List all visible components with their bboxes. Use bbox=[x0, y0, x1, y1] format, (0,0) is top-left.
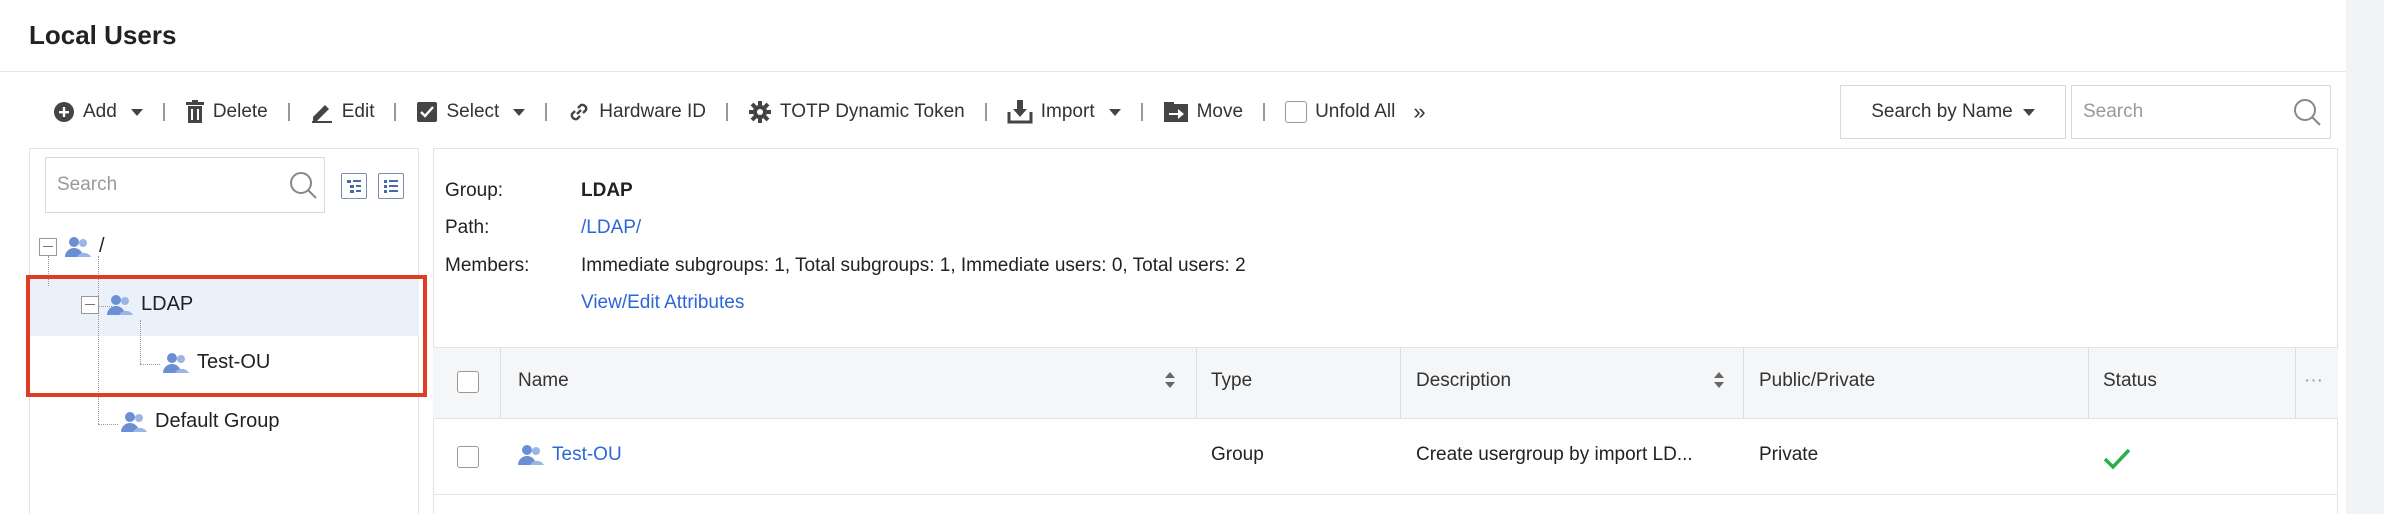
more-actions-button[interactable]: » bbox=[1413, 99, 1425, 125]
trash-icon bbox=[185, 100, 205, 124]
group-detail-panel bbox=[433, 148, 2338, 514]
column-divider bbox=[500, 347, 501, 419]
view-edit-attributes-link[interactable]: View/Edit Attributes bbox=[581, 292, 744, 314]
chevron-down-icon bbox=[1108, 108, 1121, 116]
tree-node-default-group[interactable]: Default Group bbox=[121, 410, 280, 433]
import-label: Import bbox=[1040, 101, 1095, 122]
toolbar-separator bbox=[1140, 103, 1143, 121]
row-name-link[interactable]: Test-OU bbox=[552, 444, 622, 466]
table-row-name[interactable]: Test-OU bbox=[518, 444, 622, 466]
status-check-icon bbox=[2102, 446, 2132, 478]
search-icon bbox=[2292, 97, 2322, 127]
members-label: Members: bbox=[445, 255, 530, 276]
user-group-icon bbox=[121, 411, 147, 433]
column-header-description[interactable]: Description bbox=[1416, 370, 1511, 392]
sort-icon[interactable] bbox=[1165, 372, 1175, 390]
local-users-panel: Local Users Add Delete Edit Select Hardw… bbox=[0, 0, 2346, 514]
select-label: Select bbox=[446, 101, 500, 122]
tree-node-root[interactable]: / bbox=[39, 235, 105, 258]
table-header bbox=[433, 347, 2338, 419]
column-settings-button[interactable]: ··· bbox=[2304, 370, 2323, 392]
column-divider bbox=[1196, 347, 1197, 419]
unfold-all-toggle[interactable]: Unfold All bbox=[1285, 101, 1395, 123]
user-group-icon bbox=[65, 236, 91, 258]
search-button[interactable] bbox=[2283, 85, 2331, 139]
link-icon bbox=[567, 100, 591, 124]
select-all-checkbox[interactable] bbox=[457, 371, 479, 393]
delete-button[interactable]: Delete bbox=[185, 100, 268, 124]
column-divider bbox=[2295, 347, 2296, 419]
chevron-down-icon bbox=[2022, 108, 2035, 116]
tree-view-icon[interactable] bbox=[341, 173, 367, 199]
hardware-id-button[interactable]: Hardware ID bbox=[567, 100, 706, 124]
chevron-down-icon bbox=[513, 108, 526, 116]
list-view-icon[interactable] bbox=[378, 173, 404, 199]
hardware-id-label: Hardware ID bbox=[599, 101, 706, 122]
checkbox-checked-icon bbox=[416, 101, 438, 123]
edit-button[interactable]: Edit bbox=[310, 101, 375, 123]
import-icon bbox=[1007, 100, 1033, 124]
path-label: Path: bbox=[445, 217, 490, 238]
toolbar-separator bbox=[545, 103, 548, 121]
toolbar-separator bbox=[1263, 103, 1266, 121]
toolbar-separator bbox=[287, 103, 290, 121]
plus-circle-icon bbox=[53, 101, 75, 123]
chevron-down-icon bbox=[130, 108, 143, 116]
highlight-annotation-box bbox=[26, 275, 427, 397]
search-icon[interactable] bbox=[288, 170, 318, 206]
page-title: Local Users bbox=[29, 20, 177, 50]
gear-icon bbox=[748, 100, 772, 124]
pencil-icon bbox=[310, 101, 334, 123]
search-placeholder: Search bbox=[2083, 101, 2144, 122]
add-label: Add bbox=[83, 101, 117, 122]
sort-icon[interactable] bbox=[1714, 372, 1724, 390]
group-value: LDAP bbox=[581, 180, 633, 201]
select-button[interactable]: Select bbox=[416, 101, 526, 123]
import-button[interactable]: Import bbox=[1007, 100, 1121, 124]
move-button[interactable]: Move bbox=[1163, 101, 1243, 123]
tree-connector bbox=[98, 424, 118, 425]
column-divider bbox=[2088, 347, 2089, 419]
tree-node-label: / bbox=[99, 235, 105, 257]
move-label: Move bbox=[1196, 101, 1244, 122]
toolbar-separator bbox=[394, 103, 397, 121]
search-input[interactable]: Search bbox=[2071, 85, 2304, 139]
move-icon bbox=[1163, 101, 1189, 123]
unfold-all-checkbox[interactable] bbox=[1285, 101, 1308, 123]
add-button[interactable]: Add bbox=[53, 101, 143, 123]
group-label: Group: bbox=[445, 180, 504, 201]
collapse-icon[interactable] bbox=[39, 237, 57, 256]
tree-node-label: Default Group bbox=[155, 410, 280, 432]
search-by-dropdown[interactable]: Search by Name bbox=[1840, 85, 2066, 139]
row-type: Group bbox=[1211, 444, 1264, 465]
toolbar: Add Delete Edit Select Hardware ID TOTP … bbox=[53, 92, 1426, 132]
totp-token-button[interactable]: TOTP Dynamic Token bbox=[748, 100, 965, 124]
edit-label: Edit bbox=[341, 101, 375, 122]
totp-label: TOTP Dynamic Token bbox=[779, 101, 965, 122]
toolbar-separator bbox=[725, 103, 728, 121]
column-divider bbox=[1400, 347, 1401, 419]
column-divider bbox=[1743, 347, 1744, 419]
toolbar-separator bbox=[984, 103, 987, 121]
tree-search-input[interactable]: Search bbox=[45, 157, 325, 213]
path-link[interactable]: /LDAP/ bbox=[581, 217, 641, 239]
row-divider bbox=[433, 494, 2338, 495]
row-description: Create usergroup by import LD... bbox=[1416, 444, 1693, 465]
delete-label: Delete bbox=[212, 101, 268, 122]
tree-search-placeholder: Search bbox=[57, 174, 118, 195]
toolbar-separator bbox=[162, 103, 165, 121]
column-header-status[interactable]: Status bbox=[2103, 370, 2157, 392]
unfold-all-label: Unfold All bbox=[1315, 101, 1396, 122]
divider bbox=[0, 71, 2346, 72]
user-group-icon bbox=[518, 444, 544, 466]
column-header-type[interactable]: Type bbox=[1211, 370, 1252, 392]
column-header-visibility[interactable]: Public/Private bbox=[1759, 370, 1875, 392]
column-header-name[interactable]: Name bbox=[518, 370, 569, 392]
members-value: Immediate subgroups: 1, Total subgroups:… bbox=[581, 255, 1246, 276]
row-visibility: Private bbox=[1759, 444, 1819, 465]
row-checkbox[interactable] bbox=[457, 446, 479, 468]
search-by-label: Search by Name bbox=[1871, 101, 2013, 122]
